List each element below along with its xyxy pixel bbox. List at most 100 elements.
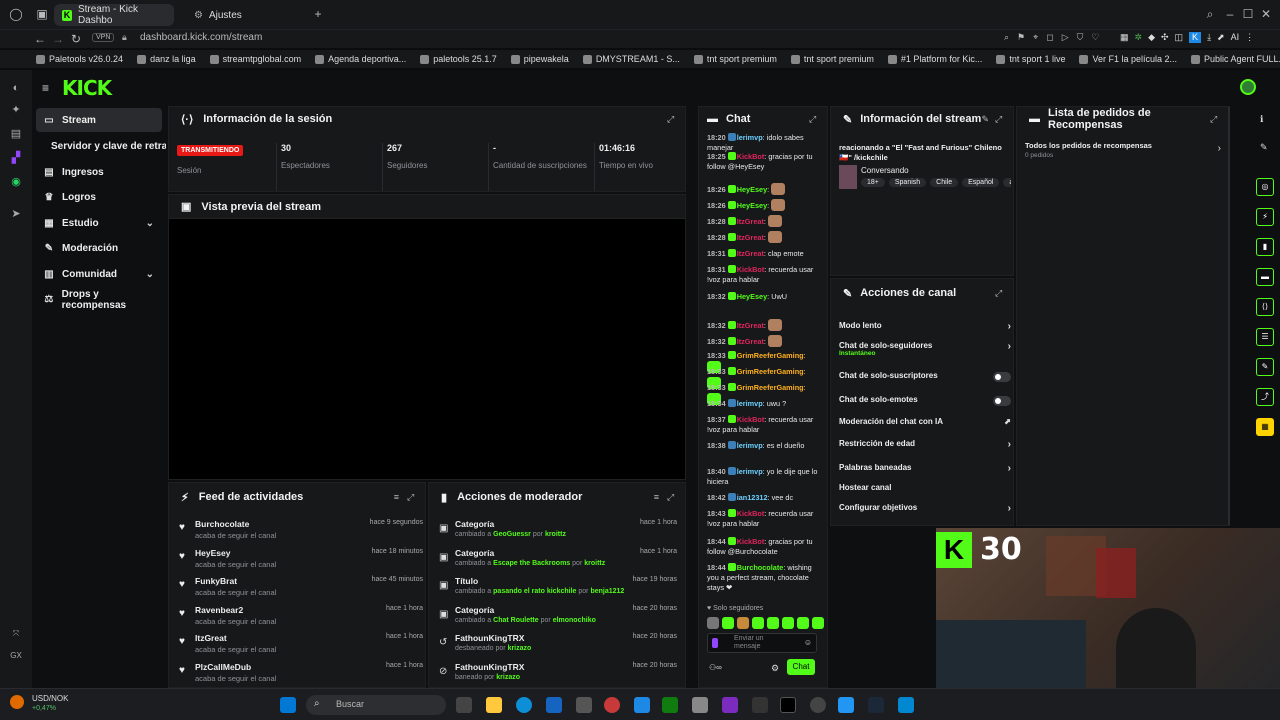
chat-username[interactable]: ItzGreat [737,249,764,258]
chat-username[interactable]: lerimvp [737,399,763,408]
popout-icon[interactable]: ⤢ [1210,114,1220,124]
tiktok-icon[interactable] [780,697,796,713]
app-icon[interactable] [838,697,854,713]
rail-gx-icon[interactable]: GX [8,648,24,664]
channel-setting-row[interactable]: Configurar objetivos › [839,503,1011,523]
extension-icon[interactable]: ⬈ [1217,32,1225,43]
mod-action-user[interactable]: kroittz [545,531,566,538]
edit-icon[interactable]: ✎ [981,114,989,125]
chat-username[interactable]: GrimReeferGaming [737,383,804,392]
emote-icon[interactable] [722,617,734,629]
sidebar-item[interactable]: ▤ Ingresos [36,160,162,184]
bookmark-item[interactable]: tnt sport premium [693,54,777,64]
chat-username[interactable]: HeyEsey [737,292,767,301]
rail-wallet-icon[interactable]: ▤ [8,126,24,142]
puzzle-icon[interactable]: ✣ [1161,32,1169,43]
emote-icon[interactable] [707,617,719,629]
rail-tool-icon[interactable]: ⤧ [8,626,24,642]
ext-icon[interactable]: ◆ [1148,32,1155,43]
rail-whatsapp-icon[interactable]: ◉ [8,174,24,190]
chat-username[interactable]: lerimvp [737,133,763,142]
bookmark-item[interactable]: streamtpglobal.com [209,54,301,64]
activity-user[interactable]: Ravenbear2 [195,605,243,615]
channel-setting-row[interactable]: Palabras baneadas › [839,463,1011,483]
close-window-icon[interactable]: ✕ [1258,6,1274,22]
minimize-icon[interactable]: – [1222,6,1238,22]
app-icon[interactable] [634,697,650,713]
sidebar-item[interactable]: ♛ Logros [36,186,162,210]
chat-username[interactable]: KickBot [737,265,765,274]
app-icon[interactable] [576,697,592,713]
popout-icon[interactable]: ⤢ [809,114,819,124]
app-icon[interactable] [692,697,708,713]
xbox-icon[interactable] [662,697,678,713]
bookmark-item[interactable]: Public Agent FULL... [1191,54,1280,64]
browser-menu-icon[interactable]: ◯ [8,6,24,22]
chat-username[interactable]: ItzGreat [737,321,764,330]
chat-settings-icon[interactable]: ⚙ [771,663,779,674]
download-icon[interactable]: ⤓ [1207,32,1211,43]
rail-twitch-icon[interactable]: ▞ [8,150,24,166]
steam-icon[interactable] [868,697,884,713]
sidebar-item[interactable]: ▦ Estudio ⌄ [36,211,162,235]
bookmark-item[interactable]: Agenda deportiva... [315,54,406,64]
app-icon[interactable] [810,697,826,713]
activity-user[interactable]: HeyEsey [195,548,230,558]
hamburger-menu-icon[interactable]: ≡ [42,81,49,95]
reload-icon[interactable]: ↻ [68,31,84,47]
mod-action-user[interactable]: benja1212 [590,588,624,595]
bookmark-item[interactable]: Ver F1 la película 2... [1079,54,1177,64]
chat-username[interactable]: KickBot [737,152,765,161]
maximize-icon[interactable]: ☐ [1240,6,1256,22]
rail-activity-icon[interactable]: ⚡︎ [1256,208,1274,226]
bookmark-item[interactable]: Paletools v26.0.24 [36,54,123,64]
chat-input[interactable]: Enviar un mensaje ☺ [707,633,817,653]
chat-username[interactable]: ItzGreat [737,337,764,346]
chat-username[interactable]: GrimReeferGaming [737,367,804,376]
ai-icon[interactable]: AI [1231,32,1240,43]
bookmark-item[interactable]: tnt sport premium [790,54,874,64]
emote-icon[interactable] [737,617,749,629]
tag-pill[interactable]: 18+ [861,178,885,187]
channel-setting-row[interactable]: Chat de solo-suscriptores [839,371,1011,391]
windows-start-icon[interactable] [280,697,296,713]
channel-setting-row[interactable]: Chat de solo-seguidores Instantáneo › [839,341,1011,361]
forward-icon[interactable]: → [50,31,66,47]
tag-pill[interactable]: au [1003,178,1011,187]
chat-username[interactable]: ItzGreat [737,217,764,226]
avatar[interactable] [1240,79,1256,95]
sidebar-icon[interactable]: ◫ [1175,32,1184,43]
app-icon[interactable] [722,697,738,713]
filter-icon[interactable]: ≡ [654,492,659,502]
chat-username[interactable]: ItzGreat [737,233,764,242]
play-icon[interactable]: ▷ [1062,32,1069,43]
rail-list-icon[interactable]: ☰ [1256,328,1274,346]
activity-user[interactable]: Burchocolate [195,519,249,529]
rail-mod-icon[interactable]: ▮ [1256,238,1274,256]
search-tabs-icon[interactable]: ⌕ [1202,6,1218,22]
opera-icon[interactable] [604,697,620,713]
tab-stream[interactable]: K Stream - Kick Dashbo [54,4,174,26]
back-icon[interactable]: ← [32,31,48,47]
chat-username[interactable]: KickBot [737,537,765,546]
channel-setting-row[interactable]: Chat de solo-emotes [839,395,1011,415]
chat-username[interactable]: HeyEsey [737,185,767,194]
bookmark-item[interactable]: paletools 25.1.7 [420,54,497,64]
rail-brain-icon[interactable]: ✦ [8,102,24,118]
chat-username[interactable]: GrimReeferGaming [737,351,804,360]
chat-username[interactable]: Burchocolate [737,563,784,572]
camera-icon[interactable]: ◻ [1046,32,1053,43]
mod-action-user[interactable]: krizazo [508,645,532,652]
popout-icon[interactable]: ⤢ [995,114,1005,124]
channel-setting-row[interactable]: Modo lento › [839,321,1011,341]
info-icon[interactable]: ℹ [1260,114,1263,125]
channel-setting-row[interactable]: Restricción de edad › [839,439,1011,459]
channel-setting-row[interactable]: Moderación del chat con IA ⬈ [839,417,1011,437]
zoom-icon[interactable]: ⌕ [1004,32,1009,43]
new-tab-icon[interactable]: + [310,6,326,22]
emote-icon[interactable] [752,617,764,629]
chat-username[interactable]: HeyEsey [737,201,767,210]
sidebar-item[interactable]: Servidor y clave de retransmisión [36,134,166,158]
toggle-switch[interactable] [993,396,1011,406]
filter-icon[interactable]: ≡ [394,492,399,502]
